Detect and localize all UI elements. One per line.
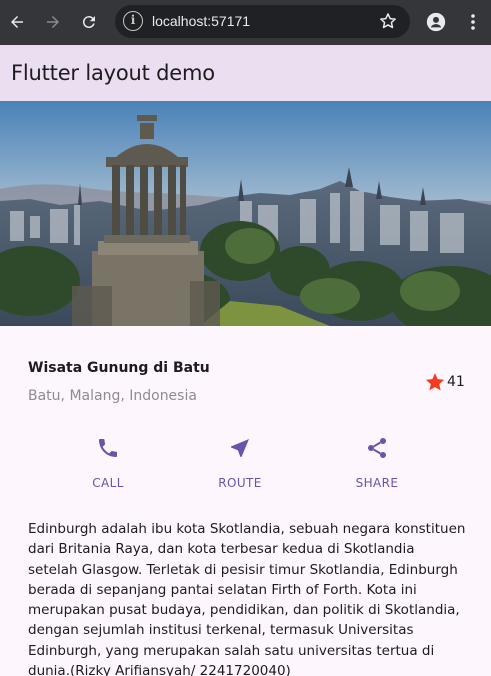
app-title: Flutter layout demo	[11, 61, 215, 85]
app-bar: Flutter layout demo	[0, 45, 491, 101]
more-vert-icon	[471, 14, 475, 30]
phone-icon	[99, 439, 117, 457]
place-title: Wisata Gunung di Batu	[28, 360, 210, 376]
rating-count: 41	[447, 374, 465, 390]
menu-button[interactable]	[461, 10, 485, 34]
call-label: CALL	[92, 476, 124, 490]
share-label: SHARE	[355, 476, 399, 490]
reload-button[interactable]	[77, 10, 101, 34]
description-text: Edinburgh adalah ibu kota Skotlandia, se…	[28, 521, 466, 676]
bookmark-star-icon[interactable]	[378, 11, 398, 31]
star-icon[interactable]	[424, 371, 446, 393]
forward-button[interactable]	[41, 10, 65, 34]
browser-toolbar: i localhost:57171	[0, 0, 491, 45]
url-text: localhost:57171	[152, 13, 251, 29]
arrow-left-icon	[11, 16, 23, 28]
title-section: Wisata Gunung di Batu Batu, Malang, Indo…	[0, 326, 491, 426]
arrow-right-icon	[47, 16, 59, 28]
back-button[interactable]	[5, 10, 29, 34]
route-label: ROUTE	[218, 476, 262, 490]
reload-icon	[82, 16, 95, 29]
share-button[interactable]: SHARE	[332, 436, 422, 490]
route-button[interactable]: ROUTE	[195, 436, 285, 490]
site-info-icon[interactable]: i	[123, 11, 143, 31]
address-bar[interactable]: i localhost:57171	[115, 5, 410, 38]
profile-button[interactable]	[424, 10, 448, 34]
place-location: Batu, Malang, Indonesia	[28, 388, 197, 404]
near-me-icon	[231, 439, 249, 457]
share-icon	[368, 438, 386, 458]
account-icon	[426, 12, 446, 32]
call-button[interactable]: CALL	[63, 436, 153, 490]
hero-image	[0, 101, 491, 326]
